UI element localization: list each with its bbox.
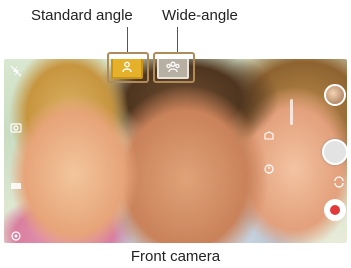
shutter-button[interactable]	[322, 139, 347, 165]
record-icon	[330, 205, 340, 215]
figure-caption: Front camera	[130, 248, 221, 265]
wide-angle-highlight	[153, 52, 195, 83]
switch-camera-icon[interactable]	[332, 175, 346, 189]
wide-angle-label: Wide-angle	[162, 7, 238, 24]
wide-angle-callout-line	[177, 27, 178, 52]
record-video-button[interactable]	[324, 199, 346, 221]
filter-icon[interactable]	[9, 229, 23, 243]
cinema-icon[interactable]	[262, 129, 276, 143]
camera-viewfinder[interactable]	[4, 59, 347, 243]
flash-off-icon[interactable]	[9, 64, 23, 78]
standard-angle-callout-line	[127, 27, 128, 52]
zoom-slider[interactable]	[290, 99, 293, 125]
mode-icon[interactable]	[9, 121, 23, 135]
settings-icon[interactable]	[9, 179, 23, 193]
standard-angle-highlight	[107, 52, 149, 83]
standard-angle-label: Standard angle	[31, 7, 133, 24]
gallery-thumbnail-button[interactable]	[324, 84, 346, 106]
timer-icon[interactable]	[262, 161, 276, 175]
